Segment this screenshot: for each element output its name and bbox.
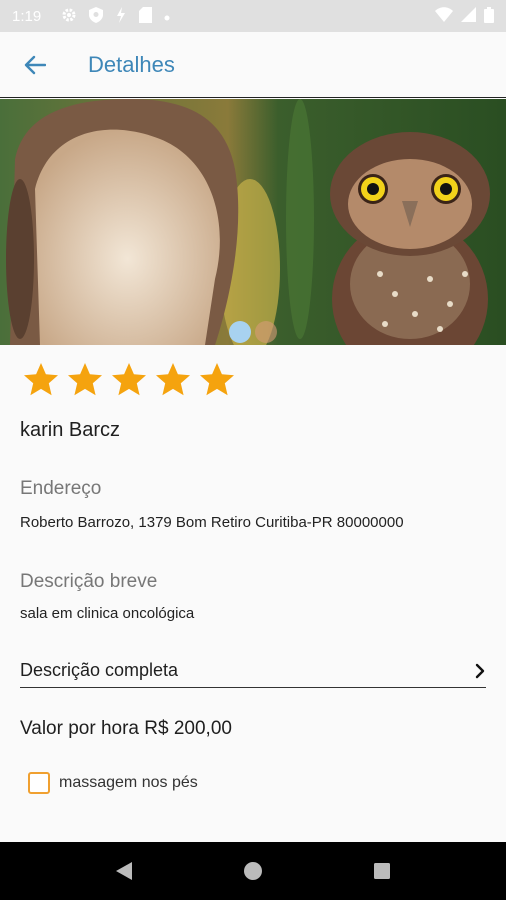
full-description-label: Descrição completa (20, 660, 179, 680)
address-value: Roberto Barrozo, 1379 Bom Retiro Curitib… (20, 514, 404, 531)
data-saver-icon (115, 6, 127, 26)
nav-back-button[interactable] (104, 851, 144, 891)
chevron-right-icon (475, 663, 485, 678)
details-content: karin Barcz Endereço Roberto Barrozo, 13… (0, 345, 506, 794)
star-icon (68, 363, 102, 396)
nav-home-button[interactable] (233, 851, 273, 891)
photo-carousel[interactable] (0, 99, 506, 345)
shield-icon (89, 6, 104, 26)
arrow-back-icon (24, 55, 46, 74)
status-time: 1:19 (12, 7, 42, 25)
carousel-dot-2[interactable] (255, 321, 277, 343)
extra-option-checkbox[interactable] (28, 772, 50, 794)
star-icon (200, 363, 234, 396)
star-icon (24, 363, 58, 396)
app-bar: Detalhes (0, 32, 506, 98)
extra-option-label: massagem nos pés (59, 774, 198, 791)
extra-option-row[interactable]: massagem nos pés (28, 772, 486, 794)
system-nav-bar (0, 842, 506, 900)
full-description-row[interactable]: Descrição completa (20, 660, 486, 688)
short-description-section: Descrição breve sala em clinica oncológi… (20, 571, 486, 622)
address-section: Endereço Roberto Barrozo, 1379 Bom Retir… (20, 478, 486, 531)
signal-icon (461, 7, 476, 25)
hourly-price: Valor por hora R$ 200,00 (20, 718, 232, 739)
star-icon (112, 363, 146, 396)
square-recents-icon (373, 863, 390, 879)
provider-name: karin Barcz (20, 419, 121, 441)
back-button[interactable] (0, 32, 70, 98)
star-icon (156, 363, 190, 396)
battery-icon (484, 6, 494, 26)
nav-recents-button[interactable] (362, 851, 402, 891)
owls-photo (0, 99, 506, 345)
status-bar: 1:19 (0, 0, 506, 32)
short-description-value: sala em clinica oncológica (20, 605, 195, 622)
rating-stars (22, 361, 486, 399)
short-description-label: Descrição breve (20, 571, 158, 592)
notification-dot-icon (164, 8, 170, 24)
carousel-indicators (0, 321, 506, 343)
sd-card-icon (139, 6, 153, 26)
carousel-dot-1[interactable] (229, 321, 251, 343)
wifi-icon (435, 7, 453, 25)
address-label: Endereço (20, 478, 102, 499)
circle-home-icon (243, 862, 262, 880)
triangle-back-icon (116, 862, 133, 880)
page-title: Detalhes (88, 51, 175, 77)
settings-icon (61, 7, 77, 26)
